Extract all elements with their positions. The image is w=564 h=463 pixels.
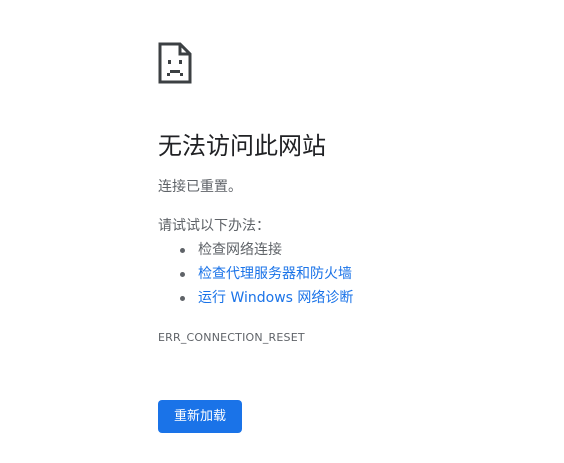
sad-page-icon (158, 42, 192, 84)
page-title: 无法访问此网站 (158, 132, 326, 160)
check-proxy-firewall-link[interactable]: 检查代理服务器和防火墙 (198, 266, 352, 282)
bullet-icon (180, 296, 185, 301)
bullet-icon (180, 248, 185, 253)
bullet-icon (180, 272, 185, 277)
run-network-diagnostics-link[interactable]: 运行 Windows 网络诊断 (198, 290, 353, 306)
error-code: ERR_CONNECTION_RESET (158, 331, 305, 344)
suggestion-label: 检查网络连接 (198, 242, 282, 258)
error-summary: 连接已重置。 (158, 179, 242, 195)
suggestion-check-proxy-firewall: 检查代理服务器和防火墙 (180, 264, 353, 288)
suggestion-run-diagnostics: 运行 Windows 网络诊断 (180, 288, 353, 312)
reload-button[interactable]: 重新加载 (158, 400, 242, 433)
suggestion-check-network: 检查网络连接 (180, 240, 353, 264)
suggestions-list: 检查网络连接 检查代理服务器和防火墙 运行 Windows 网络诊断 (180, 240, 353, 312)
suggestions-label: 请试试以下办法： (158, 218, 270, 234)
